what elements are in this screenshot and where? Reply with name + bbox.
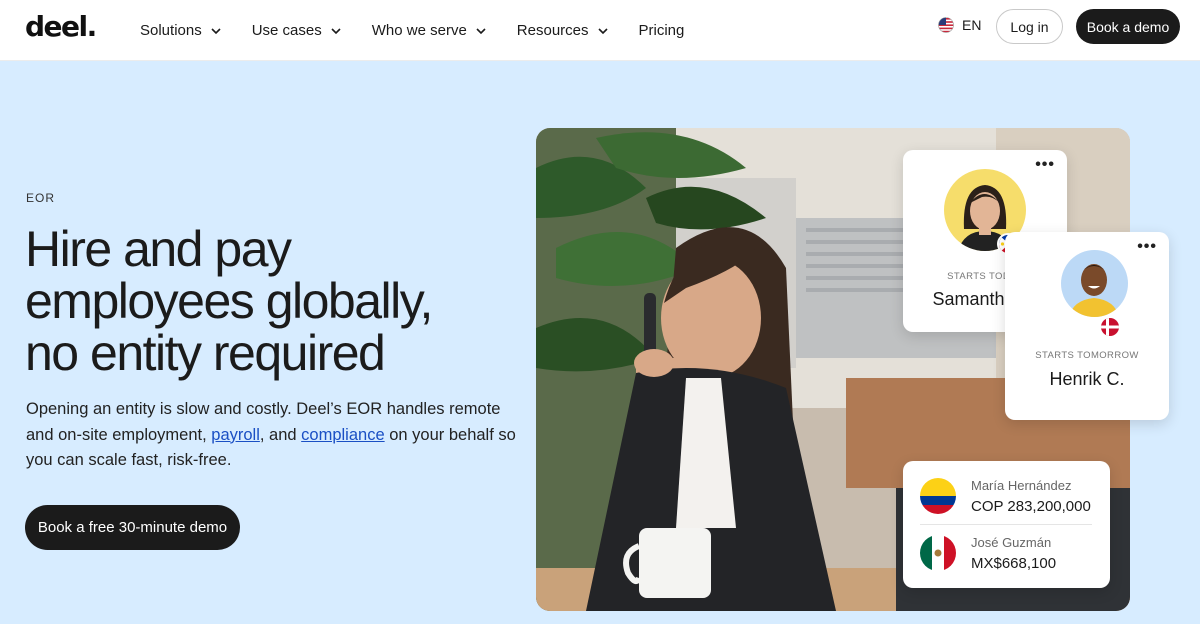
nav-pricing-label: Pricing xyxy=(638,22,685,39)
payroll-link[interactable]: payroll xyxy=(211,426,260,444)
lead-text-2: , and xyxy=(259,425,302,444)
new-hire-card-henrik[interactable]: ••• STARTS TOMORROW Henrik C. xyxy=(1005,232,1169,420)
mexico-flag-icon xyxy=(920,535,956,571)
hero-section: EOR Hire and pay employees globally, no … xyxy=(0,61,1200,624)
start-status: STARTS TOMORROW xyxy=(1035,350,1139,361)
headline-line-1: Hire and pay xyxy=(25,221,292,277)
language-label: EN xyxy=(962,17,982,33)
payment-amount: COP 283,200,000 xyxy=(971,498,1091,515)
payment-amount: MX$668,100 xyxy=(971,555,1057,572)
nav-solutions-label: Solutions xyxy=(140,22,202,39)
compliance-link[interactable]: compliance xyxy=(301,426,384,444)
headline-line-3: no entity required xyxy=(25,325,386,381)
language-selector[interactable]: EN xyxy=(938,17,981,33)
payee-name: José Guzmán xyxy=(971,535,1052,550)
headline-line-2: employees globally, xyxy=(25,273,433,329)
hero-eyebrow: EOR xyxy=(26,191,56,205)
payment-row[interactable]: María Hernández COP 283,200,000 xyxy=(920,472,1098,522)
hero-description: Opening an entity is slow and costly. De… xyxy=(26,397,516,474)
employee-name: Henrik C. xyxy=(1049,369,1125,389)
chevron-down-icon xyxy=(476,27,486,34)
nav-who-we-serve[interactable]: Who we serve xyxy=(372,22,487,39)
deel-logo[interactable]: deel. xyxy=(25,10,97,43)
nav-who-we-serve-label: Who we serve xyxy=(371,22,467,39)
payments-card[interactable]: María Hernández COP 283,200,000 José Guz… xyxy=(903,461,1110,588)
more-options-icon[interactable]: ••• xyxy=(1137,238,1157,256)
top-nav: deel. Solutions Use cases Who we serve R… xyxy=(0,0,1200,61)
nav-solutions[interactable]: Solutions xyxy=(140,22,222,39)
payment-row[interactable]: José Guzmán MX$668,100 xyxy=(920,529,1098,579)
colombia-flag-icon xyxy=(920,478,956,514)
nav-resources-label: Resources xyxy=(516,22,589,39)
nav-use-cases[interactable]: Use cases xyxy=(252,22,342,39)
us-flag-globe-icon xyxy=(938,17,954,33)
avatar xyxy=(1061,250,1128,317)
nav-resources[interactable]: Resources xyxy=(517,22,609,39)
main-menu: Solutions Use cases Who we serve Resourc… xyxy=(140,0,684,61)
denmark-flag-icon xyxy=(1099,316,1121,338)
nav-use-cases-label: Use cases xyxy=(251,22,322,39)
login-button[interactable]: Log in xyxy=(996,9,1063,44)
hero-headline: Hire and pay employees globally, no enti… xyxy=(25,223,525,379)
chevron-down-icon xyxy=(597,27,608,34)
book-free-demo-button[interactable]: Book a free 30-minute demo xyxy=(25,505,240,550)
nav-pricing[interactable]: Pricing xyxy=(639,22,685,39)
chevron-down-icon xyxy=(211,27,221,34)
more-options-icon[interactable]: ••• xyxy=(1035,156,1055,174)
payee-name: María Hernández xyxy=(971,478,1072,493)
book-demo-button[interactable]: Book a demo xyxy=(1076,9,1180,44)
chevron-down-icon xyxy=(331,27,341,34)
divider xyxy=(920,524,1092,525)
